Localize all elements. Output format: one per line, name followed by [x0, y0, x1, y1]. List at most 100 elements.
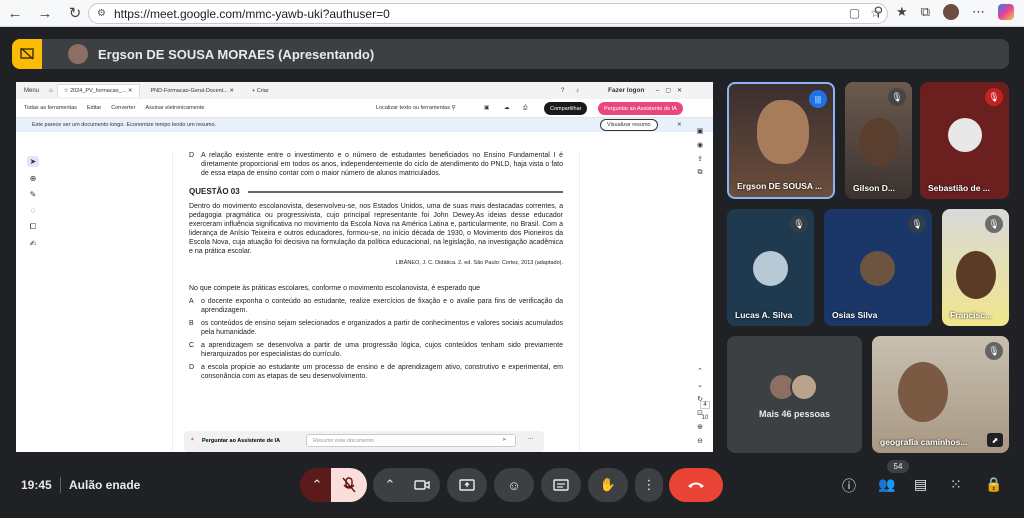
- speaking-indicator-icon: |||: [809, 90, 827, 108]
- save-icon[interactable]: ▣: [484, 105, 489, 111]
- login-link[interactable]: Fazer logon: [608, 87, 644, 94]
- info-icon[interactable]: ⓘ: [842, 476, 856, 496]
- toolbar-sign[interactable]: Assinar eletronicamente: [145, 105, 204, 111]
- print-icon[interactable]: ⎙: [523, 105, 527, 112]
- extensions-icon[interactable]: ⚲: [874, 4, 884, 20]
- more-menu-icon[interactable]: ⋯: [972, 4, 985, 20]
- participant-tile[interactable]: 🎙 Lucas A. Silva: [727, 209, 814, 326]
- reactions-button[interactable]: ☺: [494, 468, 534, 502]
- mic-off-icon: 🎙: [888, 88, 906, 106]
- view-summary-button[interactable]: Visualizar resumo: [600, 119, 658, 131]
- video-options-button[interactable]: ⌃: [373, 468, 407, 502]
- mic-off-icon: 🎙: [985, 342, 1003, 360]
- question-paragraph: Dentro do movimento escolanovista, desen…: [189, 203, 563, 255]
- participant-name: Sebastião de ...: [928, 183, 990, 193]
- chevron-down-icon[interactable]: ⌄: [697, 381, 703, 389]
- participant-tile[interactable]: 🎙 Sebastião de ...: [920, 82, 1009, 199]
- back-icon[interactable]: ←: [4, 2, 26, 24]
- share-button[interactable]: Compartilhar: [544, 102, 588, 115]
- tab-active[interactable]: ☆ 2024_PV_formacao_... ✕: [56, 84, 140, 97]
- chevron-up-icon[interactable]: ⌃: [697, 367, 703, 375]
- participant-tile[interactable]: ||| Ergson DE SOUSA ...: [727, 82, 835, 199]
- url-text: https://meet.google.com/mmc-yawb-uki?aut…: [113, 6, 390, 21]
- participant-avatar: [790, 373, 818, 401]
- profile-avatar[interactable]: [943, 4, 959, 20]
- export-icon[interactable]: ⇪: [697, 155, 703, 163]
- current-time: 19:45: [21, 478, 52, 492]
- send-icon[interactable]: ➤: [502, 437, 507, 443]
- rotate-icon[interactable]: ↻: [697, 395, 703, 403]
- participant-tile[interactable]: 🎙 Gilson D...: [845, 82, 912, 199]
- site-info-icon[interactable]: ⚙: [97, 8, 106, 19]
- pin-icon[interactable]: ⬈: [987, 433, 1003, 447]
- ai-assistant-bar: ✦ Perguntar ao Assistente de IA Resumir …: [184, 431, 544, 452]
- ai-assistant-button[interactable]: Perguntar ao Assistente de IA: [598, 102, 683, 115]
- search-icon: ⚲: [451, 105, 456, 111]
- presenter-avatar: [68, 44, 88, 64]
- people-icon[interactable]: 👥: [878, 476, 895, 493]
- favorites-icon[interactable]: ★: [896, 4, 908, 20]
- text-select-icon[interactable]: ⧠: [30, 222, 36, 232]
- ai-summary-icon[interactable]: ▣: [697, 127, 704, 135]
- reload-icon[interactable]: ↻: [64, 2, 86, 24]
- camera-toggle-button[interactable]: [404, 468, 440, 502]
- pages-icon[interactable]: ⧉: [698, 169, 703, 177]
- pen-icon[interactable]: ✎: [30, 190, 37, 199]
- cursor-icon[interactable]: ➤: [26, 156, 40, 167]
- more-people-label: Mais 46 pessoas: [758, 409, 831, 419]
- activities-icon[interactable]: ⁙: [950, 476, 962, 493]
- raise-hand-button[interactable]: ✋: [588, 468, 628, 502]
- collections-icon[interactable]: ⧉: [921, 4, 930, 20]
- pdf-toolbar: Todas as ferramentas Editar Converter As…: [16, 99, 713, 118]
- more-options-button[interactable]: ⋮: [635, 468, 663, 502]
- more-people-tile[interactable]: Mais 46 pessoas: [727, 336, 862, 453]
- audio-options-button[interactable]: ⌃: [300, 468, 334, 502]
- camera-permission-icon[interactable]: ▢: [849, 6, 860, 20]
- present-button[interactable]: [447, 468, 487, 502]
- copilot-icon[interactable]: [998, 4, 1014, 20]
- mic-off-icon: 🎙: [985, 215, 1003, 233]
- participant-tile[interactable]: 🎙 Osias Silva: [824, 209, 932, 326]
- window-controls[interactable]: –▢✕: [656, 87, 688, 94]
- more-options-icon[interactable]: ⋯: [528, 436, 534, 442]
- more-vert-icon: ⋮: [642, 477, 656, 492]
- pdf-menu[interactable]: Menu: [24, 88, 39, 94]
- toolbar-edit[interactable]: Editar: [87, 105, 101, 111]
- lasso-icon[interactable]: ◌: [31, 206, 36, 215]
- zoom-fit-icon[interactable]: ⊡: [697, 409, 703, 417]
- microphone-toggle-button[interactable]: [331, 468, 367, 502]
- home-icon[interactable]: ⌂: [49, 88, 53, 94]
- forward-icon[interactable]: →: [34, 2, 56, 24]
- scroll-controls: ⌃ ⌄ ↻ ⊡ ⊕ ⊖: [693, 367, 707, 445]
- sign-icon[interactable]: ✍: [30, 239, 37, 248]
- title-rule: [247, 190, 563, 193]
- close-icon[interactable]: ✕: [677, 122, 682, 128]
- address-bar[interactable]: ⚙ https://meet.google.com/mmc-yawb-uki?a…: [88, 3, 888, 24]
- comments-icon[interactable]: ◉: [697, 141, 703, 149]
- cloud-icon[interactable]: ☁: [504, 105, 510, 111]
- comment-icon[interactable]: ⊕: [30, 174, 37, 183]
- assistant-input[interactable]: Resumir este documento: [306, 434, 516, 447]
- participant-tile[interactable]: 🎙 geografia caminhos... ⬈: [872, 336, 1009, 453]
- new-tab-button[interactable]: + Criar: [245, 84, 276, 97]
- presentation-off-icon[interactable]: [12, 39, 42, 69]
- leave-call-button[interactable]: [669, 468, 723, 502]
- shared-screen: Menu ⌂ ☆ 2024_PV_formacao_... ✕ PND-Form…: [16, 82, 713, 452]
- zoom-out-icon[interactable]: ⊖: [697, 437, 703, 445]
- captions-button[interactable]: [541, 468, 581, 502]
- zoom-in-icon[interactable]: ⊕: [697, 423, 703, 431]
- participant-tile[interactable]: 🎙 Francisc...: [942, 209, 1009, 326]
- tab-inactive[interactable]: PND-Formacao-Geral-Docent... ✕: [144, 84, 241, 97]
- mic-off-icon: [342, 477, 356, 493]
- control-bar: 19:45 Aulão enade ⌃ ⌃ ☺ ✋ ⋮ ⓘ 54 👥 ▤ ⁙ 🔒: [0, 460, 1024, 518]
- help-icon[interactable]: ?: [561, 88, 564, 94]
- pdf-search[interactable]: Localizar texto ou ferramentas ⚲: [376, 105, 456, 111]
- chat-icon[interactable]: ▤: [914, 476, 927, 493]
- notification-icon[interactable]: ♪: [576, 88, 579, 94]
- participant-video: [956, 251, 996, 299]
- toolbar-all-tools[interactable]: Todas as ferramentas: [24, 105, 77, 111]
- host-controls-icon[interactable]: 🔒: [985, 476, 1002, 493]
- toolbar-convert[interactable]: Converter: [111, 105, 135, 111]
- camera-icon: [414, 480, 430, 490]
- divider: [60, 477, 61, 493]
